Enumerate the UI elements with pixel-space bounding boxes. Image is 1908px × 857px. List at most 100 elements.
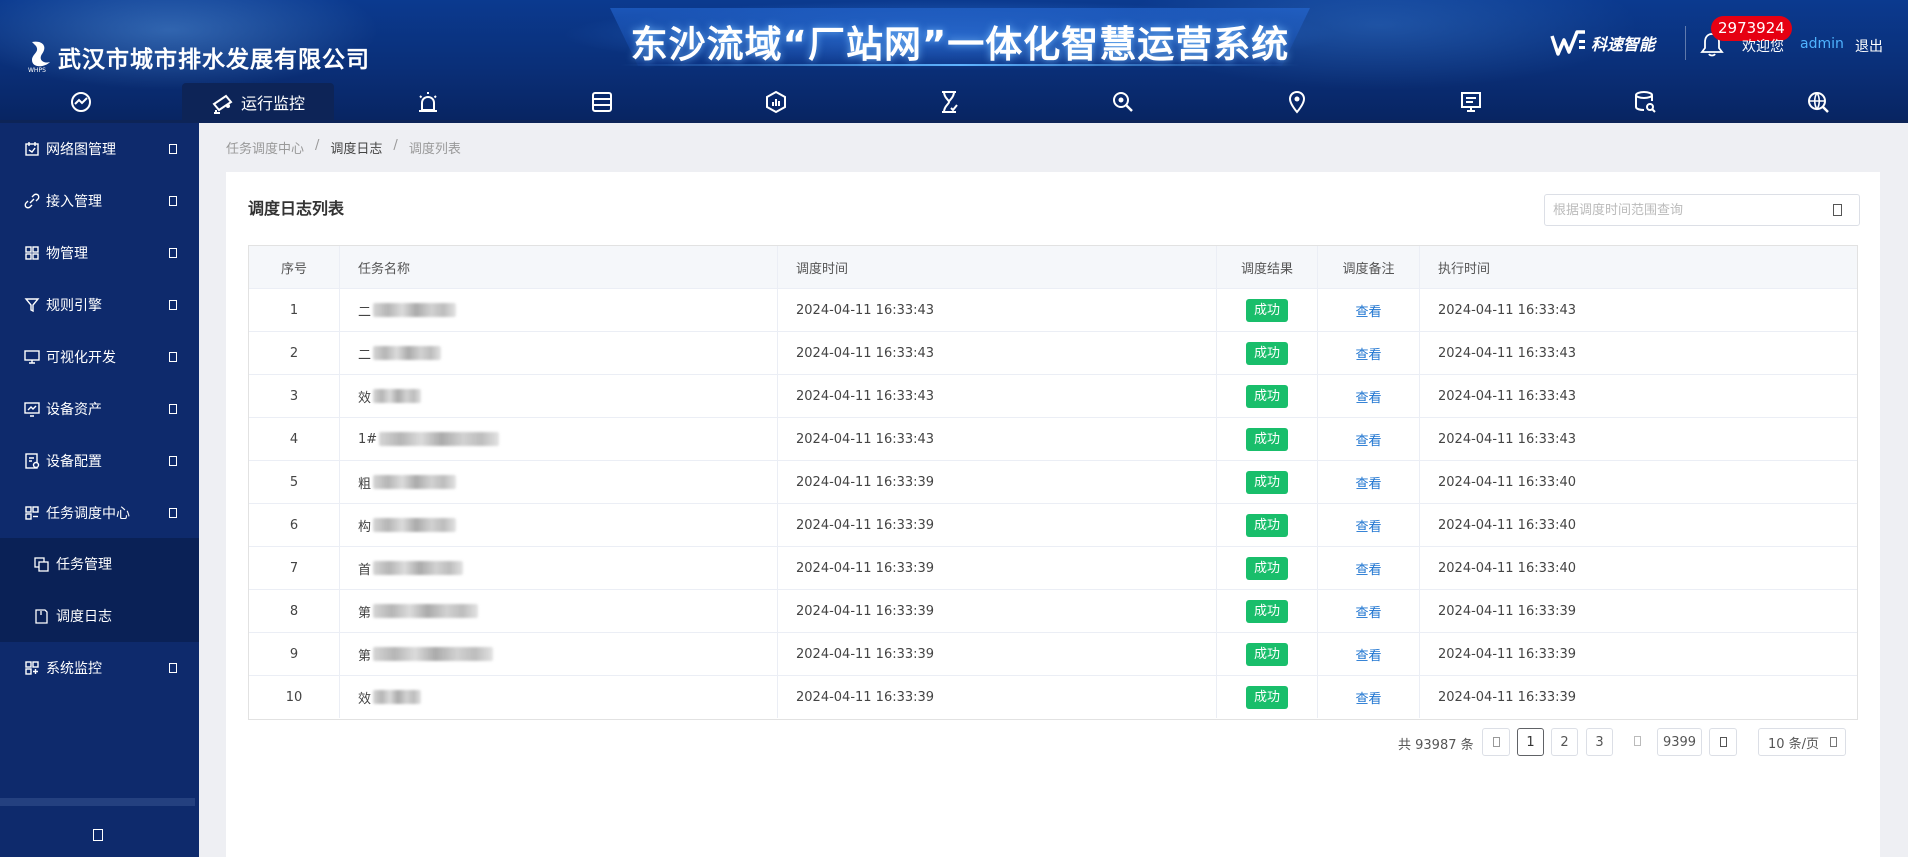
- sidebar-item-task-scheduling[interactable]: 任务调度中心: [0, 487, 199, 539]
- sidebar-item-network-graph[interactable]: 网络图管理: [0, 123, 199, 175]
- view-link[interactable]: 查看: [1355, 387, 1381, 406]
- table-row: 3 效 2024-04-11 16:33:43 成功 查看 2024-04-11 16:3…: [249, 375, 1857, 418]
- nav-schedule[interactable]: [916, 83, 982, 120]
- table-row: 7 首 2024-04-11 16:33:39 成功 查看 2024-04-11 16:3…: [249, 547, 1857, 590]
- schedule-time: 2024-04-11 16:33:39: [778, 676, 1217, 718]
- page-button-last[interactable]: 9399: [1657, 728, 1702, 756]
- sidebar-item-device-config[interactable]: 设备配置: [0, 435, 199, 487]
- chevron-icon: [169, 144, 177, 154]
- chevron-icon: [169, 663, 177, 673]
- chevron-right-icon: [1719, 737, 1727, 747]
- view-link[interactable]: 查看: [1355, 473, 1381, 492]
- task-name-text: 二: [358, 304, 372, 320]
- task-name: 第: [340, 590, 778, 632]
- breadcrumb-item[interactable]: 调度日志: [330, 138, 382, 157]
- task-name: 第: [340, 633, 778, 675]
- schedule-result: 成功: [1217, 375, 1318, 417]
- nav-global[interactable]: [1785, 83, 1851, 120]
- table-row: 4 1# 2024-04-11 16:33:43 成功 查看 2024-04-11 16:…: [249, 418, 1857, 461]
- row-index: 5: [249, 461, 340, 503]
- schedule-result: 成功: [1217, 676, 1318, 718]
- server-rack-icon: [592, 91, 612, 112]
- logout-button[interactable]: 退出: [1855, 36, 1883, 56]
- row-index: 3: [249, 375, 340, 417]
- task-name: 首: [340, 547, 778, 589]
- submenu-container: 任务管理 调度日志: [0, 538, 199, 642]
- page-button-1[interactable]: 1: [1517, 728, 1544, 756]
- header-divider: [1685, 26, 1686, 60]
- nav-alarm[interactable]: [395, 83, 461, 120]
- sidebar-item-device-assets[interactable]: 设备资产: [0, 383, 199, 435]
- redacted-text: [373, 647, 494, 661]
- view-link[interactable]: 查看: [1355, 301, 1381, 320]
- page-size-select[interactable]: 10 条/页: [1758, 728, 1846, 756]
- sidebar-item-rule-engine[interactable]: 规则引擎: [0, 279, 199, 331]
- page-button-2[interactable]: 2: [1551, 728, 1578, 756]
- doc-icon: [35, 608, 48, 624]
- page-size-value: 10 条/页: [1768, 736, 1820, 752]
- username-link[interactable]: admin: [1800, 36, 1844, 52]
- schedule-time: 2024-04-11 16:33:43: [778, 418, 1217, 460]
- sidebar-item-label: 系统监控: [46, 661, 102, 677]
- next-page-button[interactable]: [1709, 728, 1737, 756]
- sidebar-item-visual-dev[interactable]: 可视化开发: [0, 331, 199, 383]
- task-name: 粗: [340, 461, 778, 503]
- nav-run-monitor[interactable]: 运行监控: [182, 83, 334, 120]
- table-row: 9 第 2024-04-11 16:33:39 成功 查看 2024-04-11 16:3…: [249, 633, 1857, 676]
- breadcrumb-item[interactable]: 任务调度中心: [226, 138, 304, 157]
- dashboard-icon: [71, 91, 91, 112]
- company-logo[interactable]: WHPS 武汉市城市排水发展有限公司: [26, 38, 370, 74]
- task-name-text: 二: [358, 347, 372, 363]
- view-link[interactable]: 查看: [1355, 688, 1381, 707]
- sidebar-subitem-schedule-log[interactable]: 调度日志: [0, 590, 199, 642]
- calendar-icon[interactable]: [1833, 204, 1842, 216]
- redacted-text: [373, 389, 422, 403]
- schedule-note: 查看: [1318, 461, 1420, 503]
- exec-time: 2024-04-11 16:33:43: [1438, 431, 1577, 447]
- task-name-text: 1#: [358, 431, 378, 447]
- nav-inspection[interactable]: [1090, 83, 1156, 120]
- breadcrumb-item-current: 调度列表: [408, 142, 461, 157]
- view-link[interactable]: 查看: [1355, 344, 1381, 363]
- nav-statistics[interactable]: [743, 83, 809, 120]
- exec-time: 2024-04-11 16:33:40: [1438, 474, 1577, 490]
- view-link[interactable]: 查看: [1355, 430, 1381, 449]
- row-index: 1: [249, 289, 340, 331]
- schedule-result: 成功: [1217, 332, 1318, 374]
- view-link[interactable]: 查看: [1355, 516, 1381, 535]
- redacted-text: [379, 432, 500, 446]
- sidebar-item-system-monitor[interactable]: 系统监控: [0, 642, 199, 694]
- top-header: 东沙流域“厂站网”一体化智慧运营系统 WHPS 武汉市城市排水发展有限公司 科速…: [0, 0, 1908, 123]
- prev-page-button[interactable]: [1482, 728, 1510, 756]
- view-link[interactable]: 查看: [1355, 645, 1381, 664]
- schedule-time: 2024-04-11 16:33:39: [778, 461, 1217, 503]
- time-range-search-input[interactable]: [1553, 199, 1823, 221]
- alarm-light-icon: [419, 91, 437, 112]
- sidebar-item-things[interactable]: 物管理: [0, 227, 199, 279]
- chevron-left-icon: [1492, 737, 1500, 747]
- nav-board[interactable]: [1438, 83, 1504, 120]
- nav-database[interactable]: [1612, 83, 1678, 120]
- column-header: 任务名称: [340, 246, 778, 288]
- sidebar-subitem-task-management[interactable]: 任务管理: [0, 538, 199, 590]
- collapse-icon[interactable]: [93, 829, 103, 841]
- more-pages-icon[interactable]: [1634, 736, 1641, 746]
- schedule-note: 查看: [1318, 375, 1420, 417]
- nav-dashboard[interactable]: [48, 83, 114, 120]
- sidebar-item-access[interactable]: 接入管理: [0, 175, 199, 227]
- nav-location[interactable]: [1264, 83, 1330, 120]
- search-box[interactable]: [1544, 194, 1860, 226]
- task-name: 构: [340, 504, 778, 546]
- schedule-time: 2024-04-11 16:33:43: [778, 289, 1217, 331]
- schedule-note: 查看: [1318, 547, 1420, 589]
- sidebar-scrollbar[interactable]: [0, 798, 195, 806]
- schedule-time: 2024-04-11 16:33:39: [778, 504, 1217, 546]
- view-link[interactable]: 查看: [1355, 602, 1381, 621]
- chevron-icon: [169, 456, 177, 466]
- nav-server[interactable]: [569, 83, 635, 120]
- task-name-text: 构: [358, 519, 372, 535]
- calendar-icon: [25, 142, 39, 156]
- view-link[interactable]: 查看: [1355, 559, 1381, 578]
- status-badge: 成功: [1245, 556, 1288, 580]
- page-button-3[interactable]: 3: [1586, 728, 1613, 756]
